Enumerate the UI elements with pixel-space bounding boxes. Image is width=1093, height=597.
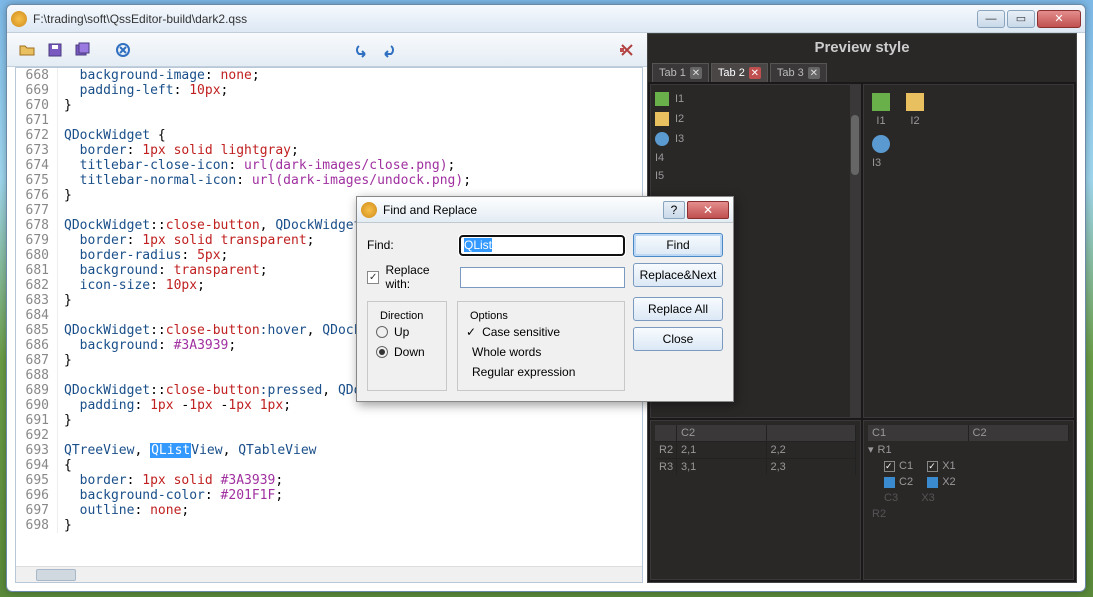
preview-title: Preview style (648, 34, 1076, 61)
dialog-close-button[interactable]: ✕ (687, 201, 729, 219)
preview-tabbar: Tab 1✕ Tab 2✕ Tab 3✕ (648, 61, 1076, 82)
find-input[interactable] (459, 235, 625, 256)
window-title: F:\trading\soft\QssEditor-build\dark2.qs… (33, 12, 977, 26)
save-button[interactable] (43, 38, 67, 62)
find-replace-dialog: Find and Replace ? ✕ Find: Find ✓ Replac… (356, 196, 734, 402)
undo-button[interactable] (349, 38, 373, 62)
color-swatch (884, 477, 895, 488)
help-button[interactable]: ? (663, 201, 685, 219)
case-sensitive-checkbox[interactable]: ✓ (466, 325, 476, 339)
open-file-button[interactable] (15, 38, 39, 62)
redo-button[interactable] (377, 38, 401, 62)
preview-tree-view[interactable]: C1C2 ▾R1 C1 X1 C2 X2 C3 X3 R2 (863, 420, 1074, 580)
close-icon[interactable]: ✕ (749, 67, 761, 79)
app-icon (361, 202, 377, 218)
direction-group: Direction Up Down (367, 301, 447, 391)
vertical-scrollbar[interactable] (850, 85, 860, 417)
user-icon (872, 135, 890, 153)
direction-up-radio[interactable] (376, 326, 388, 338)
maximize-button[interactable]: ▭ (1007, 10, 1035, 28)
find-label: Find: (367, 238, 453, 252)
save-all-button[interactable] (71, 38, 95, 62)
color-swatch (927, 477, 938, 488)
options-group: Options ✓Case sensitive Whole words Regu… (457, 301, 625, 391)
window-close-button[interactable]: ✕ (1037, 10, 1081, 28)
close-icon[interactable]: ✕ (808, 67, 820, 79)
preview-icon-view[interactable]: I1 I2 I3 (863, 84, 1074, 418)
chevron-down-icon[interactable]: ▾ (868, 443, 874, 456)
user-icon (655, 132, 669, 146)
dialog-titlebar[interactable]: Find and Replace ? ✕ (357, 197, 733, 223)
replace-all-button[interactable]: Replace All (633, 297, 723, 321)
preview-tab-3[interactable]: Tab 3✕ (770, 63, 827, 82)
find-button[interactable]: Find (633, 233, 723, 257)
minimize-button[interactable]: — (977, 10, 1005, 28)
replace-next-button[interactable]: Replace&Next (633, 263, 723, 287)
close-button[interactable]: Close (633, 327, 723, 351)
preview-tab-2[interactable]: Tab 2✕ (711, 63, 768, 82)
folder-icon (655, 112, 669, 126)
preview-tab-1[interactable]: Tab 1✕ (652, 63, 709, 82)
folder-icon (906, 93, 924, 111)
replace-input[interactable] (460, 267, 625, 288)
close-icon[interactable]: ✕ (690, 67, 702, 79)
battery-icon (872, 93, 890, 111)
checkbox[interactable] (884, 461, 895, 472)
battery-icon (655, 92, 669, 106)
replace-label: Replace with: (385, 263, 454, 291)
replace-checkbox[interactable]: ✓ (367, 271, 379, 284)
settings-button[interactable] (615, 38, 639, 62)
checkbox[interactable] (927, 461, 938, 472)
dialog-title: Find and Replace (383, 203, 661, 217)
direction-down-radio[interactable] (376, 346, 388, 358)
app-icon (11, 11, 27, 27)
toolbar (7, 33, 647, 67)
preview-table-view[interactable]: C2 R22,12,2 R33,12,3 (650, 420, 861, 580)
titlebar[interactable]: F:\trading\soft\QssEditor-build\dark2.qs… (7, 5, 1085, 33)
clear-button[interactable] (111, 38, 135, 62)
horizontal-scrollbar[interactable] (16, 566, 642, 582)
